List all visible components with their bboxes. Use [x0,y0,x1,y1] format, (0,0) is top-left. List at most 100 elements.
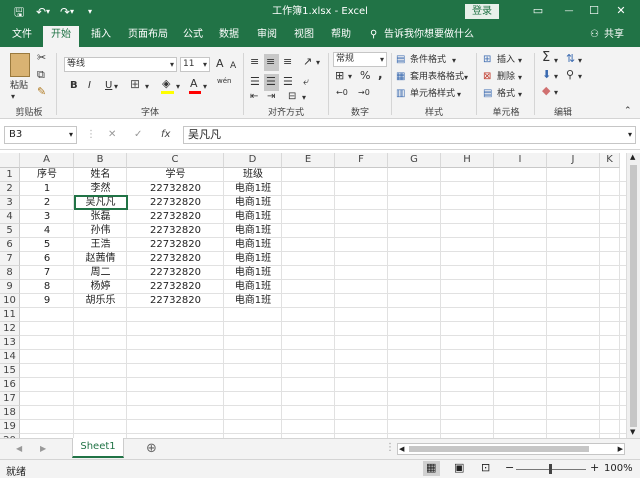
cell-styles-dropdown-icon[interactable]: ▾ [457,89,461,101]
normal-view-icon[interactable]: ▦ [426,461,436,474]
copy-icon[interactable]: ⧉ [37,69,45,81]
table-header-cell[interactable]: 班级 [224,168,282,182]
tab-page-layout[interactable]: 页面布局 [128,28,168,42]
row-header-10[interactable]: 10 [0,294,20,308]
font-size-select[interactable]: 11 ▾ [180,57,210,72]
scroll-left-icon[interactable]: ◀ [399,444,404,454]
table-cell[interactable]: 9 [20,294,74,308]
add-sheet-icon[interactable]: ⊕ [146,441,157,456]
row-header-3[interactable]: 3 [0,196,20,210]
cell-styles-button[interactable]: 单元格样式 [410,88,455,100]
number-format-select[interactable]: 常规 ▾ [333,52,387,67]
selected-cell-b3[interactable] [74,195,128,210]
table-cell[interactable]: 22732820 [127,238,224,252]
column-header-b[interactable]: B [74,153,127,168]
align-middle-icon[interactable]: ≡ [266,56,275,68]
paste-dropdown-icon[interactable]: ▾ [11,91,15,103]
table-cell[interactable]: 22732820 [127,252,224,266]
row-header-13[interactable]: 13 [0,336,20,350]
table-cell[interactable]: 电商1班 [224,266,282,280]
autosum-button[interactable]: Σ [542,51,550,64]
table-cell[interactable]: 22732820 [127,266,224,280]
format-dropdown-icon[interactable]: ▾ [518,89,522,101]
row-header-8[interactable]: 8 [0,266,20,280]
zoom-level[interactable]: 100% [604,463,633,474]
find-dropdown-icon[interactable]: ▾ [578,71,582,83]
clear-icon[interactable]: ◆ [542,85,550,97]
grow-font-icon[interactable]: A [216,58,224,70]
table-cell[interactable]: 6 [20,252,74,266]
row-header-18[interactable]: 18 [0,406,20,420]
login-button[interactable]: 登录 [465,4,499,19]
row-header-2[interactable]: 2 [0,182,20,196]
table-cell[interactable]: 电商1班 [224,280,282,294]
cancel-icon[interactable]: ✕ [108,128,116,142]
currency-dropdown-icon[interactable]: ▾ [348,71,352,83]
fill-dropdown-icon[interactable]: ▾ [554,71,558,83]
column-header-k[interactable]: K [600,153,620,168]
column-header-g[interactable]: G [388,153,441,168]
row-header-17[interactable]: 17 [0,392,20,406]
zoom-in-button[interactable]: + [590,461,599,474]
table-header-cell[interactable]: 姓名 [74,168,127,182]
table-cell[interactable]: 电商1班 [224,196,282,210]
column-header-i[interactable]: I [494,153,547,168]
currency-icon[interactable]: ⊞ [335,70,344,82]
horizontal-scrollbar[interactable]: ◀ ▶ [397,443,625,455]
table-cell[interactable]: 22732820 [127,280,224,294]
row-header-16[interactable]: 16 [0,378,20,392]
align-center-icon[interactable]: ☰ [266,76,276,88]
sheet-tab-sheet1[interactable]: Sheet1 [72,438,124,458]
table-cell[interactable]: 电商1班 [224,210,282,224]
share-button[interactable]: 共享 [604,28,624,42]
tab-formulas[interactable]: 公式 [183,28,203,42]
italic-button[interactable]: I [88,80,91,92]
table-cell[interactable]: 5 [20,238,74,252]
increase-indent-icon[interactable]: ⇥ [267,91,275,103]
minimize-icon[interactable]: — [560,3,578,19]
bold-button[interactable]: B [70,80,78,92]
orientation-dropdown-icon[interactable]: ▾ [316,57,320,69]
maximize-icon[interactable]: ☐ [585,3,603,19]
row-header-5[interactable]: 5 [0,224,20,238]
autosum-dropdown-icon[interactable]: ▾ [554,55,558,67]
underline-button[interactable]: U [105,80,112,92]
vertical-scrollbar[interactable]: ▲ ▼ [626,153,640,438]
next-sheet-icon[interactable]: ▶ [40,444,46,453]
name-box[interactable]: B3 ▾ [4,126,77,144]
table-cell[interactable]: 电商1班 [224,238,282,252]
fill-color-icon[interactable]: ◈ [162,78,170,90]
column-header-e[interactable]: E [282,153,335,168]
table-cell[interactable]: 8 [20,280,74,294]
scroll-right-icon[interactable]: ▶ [618,444,623,454]
table-cell[interactable]: 2 [20,196,74,210]
table-cell[interactable]: 22732820 [127,196,224,210]
select-all-corner[interactable] [0,153,20,168]
tab-insert[interactable]: 插入 [91,28,111,42]
prev-sheet-icon[interactable]: ◀ [16,444,22,453]
increase-decimal-icon[interactable]: ←0 [336,87,348,99]
row-header-15[interactable]: 15 [0,364,20,378]
table-cell[interactable]: 22732820 [127,224,224,238]
scroll-up-icon[interactable]: ▲ [630,153,635,161]
row-header-6[interactable]: 6 [0,238,20,252]
font-name-select[interactable]: 等线 ▾ [64,57,177,72]
borders-icon[interactable]: ⊞ [130,78,140,90]
table-cell[interactable]: 3 [20,210,74,224]
delete-dropdown-icon[interactable]: ▾ [518,72,522,84]
phonetic-guide-icon[interactable]: wén [217,75,231,87]
insert-cells-button[interactable]: 插入 [497,54,515,66]
row-header-14[interactable]: 14 [0,350,20,364]
worksheet-grid[interactable]: A B C D E F G H I J K 1 2 3 4 5 6 7 8 9 10 11 12 13 14 15 16 17 18 19… [0,153,626,438]
ribbon-display-icon[interactable]: ▭ [529,3,547,19]
table-cell[interactable]: 4 [20,224,74,238]
align-left-icon[interactable]: ☰ [250,76,260,88]
table-cell[interactable]: 杨婷 [74,280,127,294]
find-select-icon[interactable]: ⚲ [566,69,574,81]
tab-review[interactable]: 审阅 [257,28,277,42]
clear-dropdown-icon[interactable]: ▾ [554,87,558,99]
tab-help[interactable]: 帮助 [331,28,351,42]
tab-data[interactable]: 数据 [219,28,239,42]
fill-color-dropdown-icon[interactable]: ▾ [176,81,180,93]
table-cell[interactable]: 22732820 [127,210,224,224]
